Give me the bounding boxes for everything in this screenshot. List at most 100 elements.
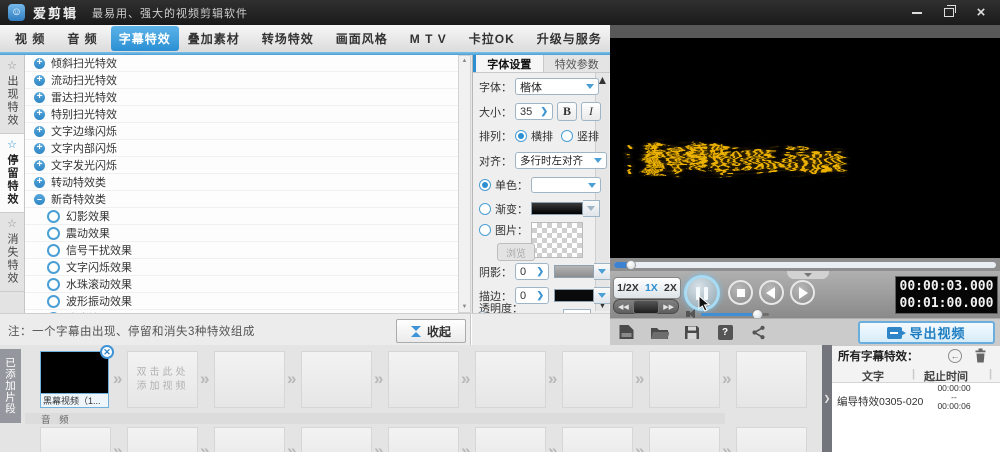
- next-frame-button[interactable]: [790, 280, 815, 305]
- seek-knob[interactable]: [626, 260, 636, 270]
- audio-placeholder[interactable]: [301, 427, 372, 452]
- gradient-swatch[interactable]: [531, 202, 583, 215]
- back-arrow-button[interactable]: ←: [948, 349, 962, 363]
- effect-item[interactable]: 文字闪烁效果: [25, 259, 458, 276]
- speed-2x[interactable]: 2X: [664, 282, 677, 294]
- clip-placeholder[interactable]: [388, 351, 459, 408]
- expand-icon[interactable]: [34, 126, 45, 137]
- restore-button[interactable]: [942, 6, 956, 20]
- controls-collapse-handle[interactable]: [787, 271, 829, 279]
- expand-icon[interactable]: [34, 143, 45, 154]
- subtitle-row-text[interactable]: 编导特效0305-020: [837, 394, 923, 409]
- expand-icon[interactable]: [34, 92, 45, 103]
- effect-item[interactable]: 信号干扰效果: [25, 242, 458, 259]
- browse-button[interactable]: 浏览: [497, 243, 535, 261]
- audio-placeholder[interactable]: [649, 427, 720, 452]
- effect-group-expanded[interactable]: 新奇特效类: [25, 191, 458, 208]
- share-button[interactable]: [748, 323, 768, 341]
- collapse-icon[interactable]: [34, 194, 45, 205]
- tab-transitions[interactable]: 转场特效: [253, 26, 323, 51]
- clip-placeholder[interactable]: [736, 351, 807, 408]
- clip-remove-button[interactable]: ✕: [100, 345, 114, 359]
- export-video-button[interactable]: 导出视频: [858, 321, 995, 344]
- clip-placeholder[interactable]: [562, 351, 633, 408]
- font-family-select[interactable]: 楷体: [515, 78, 599, 95]
- add-video-placeholder[interactable]: 双击此处 添加视频: [127, 351, 198, 408]
- italic-button[interactable]: I: [581, 102, 601, 121]
- clip-placeholder[interactable]: [649, 351, 720, 408]
- tab-effect-params[interactable]: 特效参数: [543, 55, 611, 72]
- shadow-color-dropdown[interactable]: [594, 263, 611, 280]
- collapse-button[interactable]: 收起: [396, 319, 466, 343]
- added-clips-tab[interactable]: 已添加片段: [0, 349, 21, 423]
- image-swatch[interactable]: [531, 222, 583, 258]
- align-select[interactable]: 多行时左对齐: [515, 152, 607, 169]
- tab-upgrade[interactable]: 升级与服务: [528, 26, 611, 51]
- effect-list-scrollbar[interactable]: ▲ ▼: [458, 55, 471, 313]
- effect-group[interactable]: 流动扫光特效: [25, 72, 458, 89]
- shadow-stepper[interactable]: 0: [515, 263, 549, 280]
- audio-placeholder[interactable]: [40, 427, 111, 452]
- panel-expand-handle[interactable]: [822, 345, 832, 452]
- effect-item[interactable]: 震动效果: [25, 225, 458, 242]
- effect-group[interactable]: 文字内部闪烁: [25, 140, 458, 157]
- shadow-color-swatch[interactable]: [554, 265, 594, 278]
- audio-placeholder[interactable]: [736, 427, 807, 452]
- font-size-stepper[interactable]: 35: [515, 103, 553, 120]
- prev-frame-button[interactable]: [759, 280, 784, 305]
- seek-bar[interactable]: [614, 262, 996, 268]
- effect-group[interactable]: 文字边缘闪烁: [25, 123, 458, 140]
- expand-icon[interactable]: [34, 177, 45, 188]
- audio-placeholder[interactable]: [127, 427, 198, 452]
- new-project-button[interactable]: [616, 323, 636, 341]
- open-project-button[interactable]: [649, 323, 669, 341]
- minimize-button[interactable]: [910, 6, 924, 20]
- effect-group[interactable]: 文字发光闪烁: [25, 157, 458, 174]
- effect-item[interactable]: 波形振动效果: [25, 293, 458, 310]
- clip-placeholder[interactable]: [475, 351, 546, 408]
- stroke-color-dropdown[interactable]: [594, 287, 611, 304]
- effect-group[interactable]: 转动特效类: [25, 174, 458, 191]
- solid-color-select[interactable]: [531, 177, 601, 193]
- tab-karaoke[interactable]: 卡拉OK: [460, 26, 524, 51]
- clip-placeholder[interactable]: [214, 351, 285, 408]
- radio-horizontal[interactable]: [515, 130, 527, 142]
- sidebar-item-stay-effects[interactable]: ☆ 停留特效: [0, 134, 24, 213]
- audio-placeholder[interactable]: [214, 427, 285, 452]
- scroll-up-icon[interactable]: ▲: [462, 56, 468, 66]
- tab-audio[interactable]: 音 频: [58, 26, 106, 51]
- audio-placeholder[interactable]: [562, 427, 633, 452]
- clip-placeholder[interactable]: [301, 351, 372, 408]
- speed-selector[interactable]: 1/2X 1X 2X: [613, 277, 681, 299]
- tab-font-settings[interactable]: 字体设置: [473, 55, 543, 72]
- clip-thumbnail-black-video[interactable]: [40, 351, 109, 394]
- stroke-color-swatch[interactable]: [554, 289, 594, 302]
- tab-video[interactable]: 视 频: [6, 26, 54, 51]
- tab-subtitle-effects[interactable]: 字幕特效: [111, 26, 179, 51]
- effect-group[interactable]: 雷达扫光特效: [25, 89, 458, 106]
- save-project-button[interactable]: [682, 323, 702, 341]
- tab-overlay-material[interactable]: 叠加素材: [179, 26, 249, 51]
- speed-1x[interactable]: 1X: [645, 282, 658, 294]
- audio-placeholder[interactable]: [388, 427, 459, 452]
- speed-half[interactable]: 1/2X: [617, 282, 639, 294]
- expand-icon[interactable]: [34, 58, 45, 69]
- video-preview[interactable]: ：编导特效0305-02020: [610, 38, 1000, 258]
- stop-button[interactable]: [728, 280, 753, 305]
- radio-vertical[interactable]: [561, 130, 573, 142]
- volume-slider[interactable]: [701, 313, 769, 316]
- tab-picture-style[interactable]: 画面风格: [327, 26, 397, 51]
- effect-group[interactable]: 特别扫光特效: [25, 106, 458, 123]
- effect-item[interactable]: 水珠滚动效果: [25, 276, 458, 293]
- radio-solid-color[interactable]: [479, 179, 491, 191]
- expand-icon[interactable]: [34, 109, 45, 120]
- delete-subtitle-button[interactable]: [974, 348, 987, 366]
- sidebar-item-appear-effects[interactable]: ☆ 出现特效: [0, 55, 24, 134]
- jog-shuttle[interactable]: ◀◀ ▶▶: [613, 299, 679, 314]
- tab-mtv[interactable]: M T V: [401, 28, 456, 50]
- gradient-dropdown[interactable]: [583, 200, 600, 217]
- expand-icon[interactable]: [34, 160, 45, 171]
- effect-item[interactable]: 幻影效果: [25, 208, 458, 225]
- shuttle-knob[interactable]: [633, 300, 659, 314]
- expand-icon[interactable]: [34, 75, 45, 86]
